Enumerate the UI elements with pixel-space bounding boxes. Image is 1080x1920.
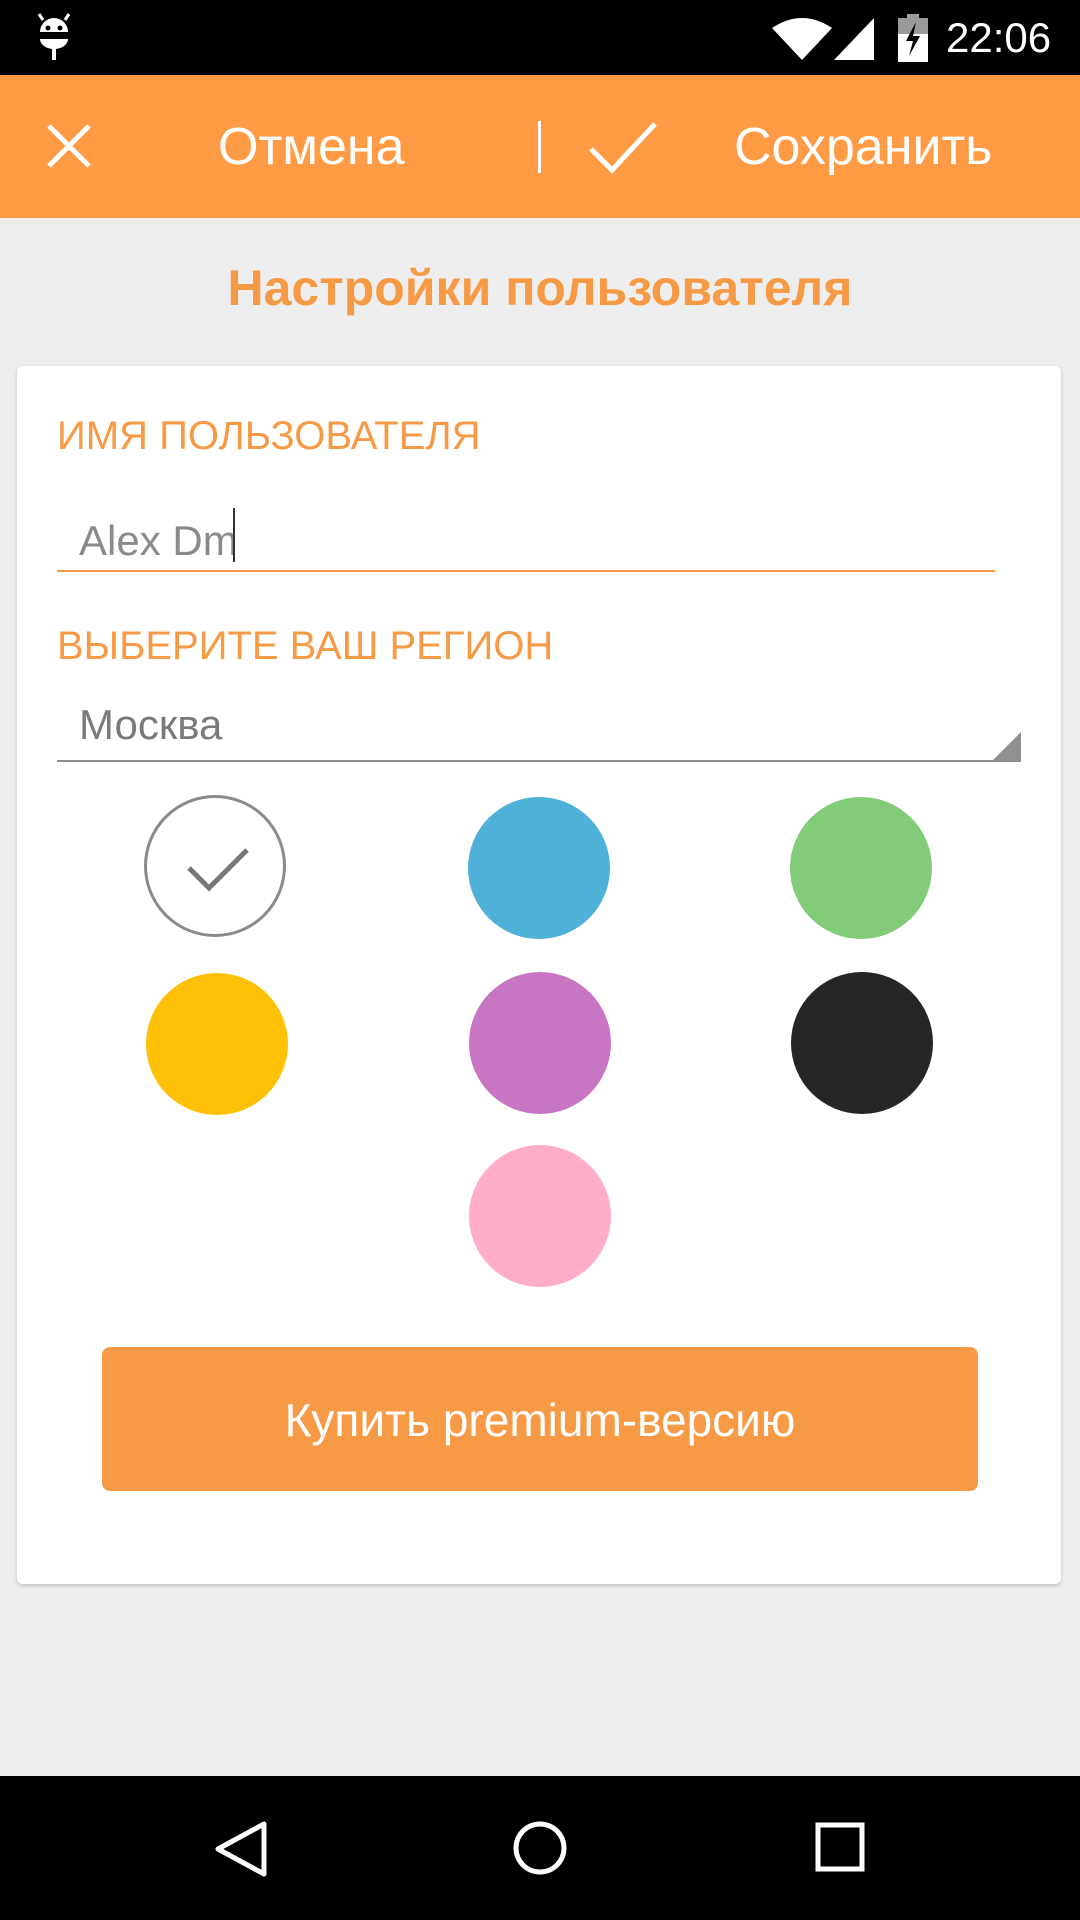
back-icon[interactable] (212, 1820, 270, 1878)
close-icon (47, 124, 91, 168)
color-swatch-green[interactable] (790, 797, 932, 939)
region-value: Москва (79, 701, 223, 748)
navigation-bar (0, 1776, 1080, 1920)
action-divider (538, 121, 541, 173)
clock: 22:06 (946, 14, 1052, 61)
action-bar: Отмена Сохранить (0, 75, 1080, 218)
battery-charging-icon (898, 14, 928, 62)
region-select[interactable]: Москва (57, 696, 1021, 762)
cancel-button[interactable]: Отмена (0, 75, 540, 218)
username-input[interactable] (57, 512, 995, 572)
color-swatch-blue[interactable] (468, 797, 610, 939)
status-bar: 22:06 (0, 0, 1080, 75)
recent-apps-icon[interactable] (815, 1822, 865, 1872)
save-label: Сохранить (734, 118, 993, 176)
settings-card: ИМЯ ПОЛЬЗОВАТЕЛЯ ВЫБЕРИТЕ ВАШ РЕГИОН Мос… (17, 366, 1061, 1584)
region-label: ВЫБЕРИТЕ ВАШ РЕГИОН (57, 624, 554, 668)
check-icon (589, 122, 657, 174)
android-debug-icon (37, 13, 71, 60)
text-cursor (233, 508, 235, 562)
page-title: Настройки пользователя (227, 260, 853, 316)
cancel-label: Отмена (218, 118, 405, 176)
username-label: ИМЯ ПОЛЬЗОВАТЕЛЯ (57, 414, 481, 458)
color-swatch-white[interactable] (144, 795, 286, 937)
save-button[interactable]: Сохранить (542, 75, 1080, 218)
color-swatch-black[interactable] (791, 972, 933, 1114)
signal-icon (834, 18, 874, 60)
check-icon (187, 848, 249, 892)
dropdown-arrow-icon (993, 732, 1021, 760)
buy-premium-button[interactable]: Купить premium-версию (102, 1347, 978, 1491)
wifi-icon (772, 18, 832, 60)
color-swatch-pink[interactable] (469, 1145, 611, 1287)
home-icon[interactable] (512, 1820, 568, 1876)
color-swatch-purple[interactable] (469, 972, 611, 1114)
color-swatch-yellow[interactable] (146, 973, 288, 1115)
